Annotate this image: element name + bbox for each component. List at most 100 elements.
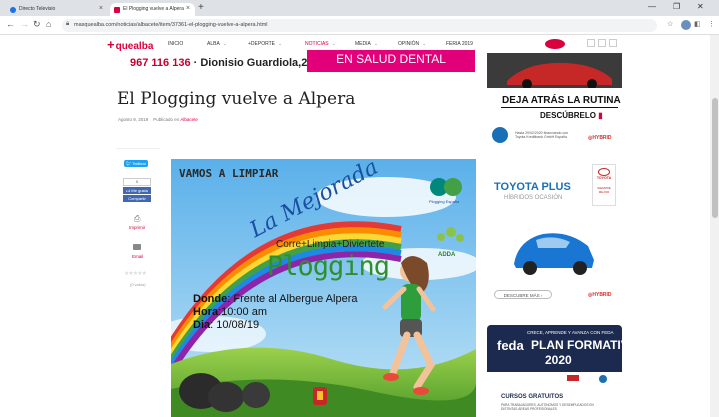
article-image-poster: VAMOS A LIMPIAR La Mejorada Plogging Esp…: [171, 159, 476, 417]
tab-favicon-icon: [114, 7, 120, 13]
day-label: Dia: [193, 319, 211, 331]
feda-plan: PLAN FORMATIVO: [531, 338, 622, 352]
feda-logo: feda: [497, 338, 524, 353]
car-ad-top[interactable]: [487, 53, 622, 88]
print-icon[interactable]: ⎙: [134, 214, 140, 224]
forward-arrow-icon[interactable]: →: [20, 19, 29, 29]
page-scrollbar[interactable]: [710, 35, 719, 417]
new-tab-icon[interactable]: +: [198, 2, 204, 13]
nav-label: NOTICIAS: [305, 41, 329, 47]
where-value: : Frente al Albergue Alpera: [227, 293, 358, 305]
hibridos-ocasion: HÍBRIDOS OCASIÓN: [504, 195, 562, 201]
sidebar-fine-print: Hasta 29/02/2020 financiando con Toyota …: [515, 131, 569, 139]
sidebar-rutina: DEJA ATRÁS LA RUTINA: [502, 95, 621, 106]
site-logo[interactable]: +quealba: [107, 37, 153, 52]
nav-item-feria[interactable]: FERIA 2019: [446, 41, 473, 47]
tweet-label: Twittear: [132, 161, 147, 166]
nav-item-deporte[interactable]: +DEPORTE ⌄: [248, 41, 282, 47]
descubrelo-label: DESCÚBRELO: [540, 111, 597, 120]
hibridos-label: HÍBRIDOS OCASIÓN: [504, 195, 563, 201]
time-value: :10:00 am: [218, 306, 267, 318]
address-bar[interactable]: 🔒︎ masquealba.com/noticias/albacete/item…: [62, 19, 657, 32]
poster-day: Dia: 10/08/19: [193, 319, 357, 332]
blue-car-illustration: [514, 233, 594, 275]
maximize-icon[interactable]: ❐: [673, 2, 680, 11]
tab-close-icon[interactable]: ×: [186, 5, 190, 12]
hybrid-badge: ◎HYBRID: [588, 135, 612, 141]
reload-icon[interactable]: ↻: [33, 19, 41, 30]
pink-ad-text: EN SALUD DENTAL: [336, 52, 446, 66]
email-icon[interactable]: [133, 244, 141, 250]
menu-dots-icon[interactable]: ⋮: [708, 20, 715, 28]
votes-count: (0 votos): [130, 282, 146, 287]
like-label: Me gusta: [131, 188, 148, 193]
hybrid-label: HYBRID: [592, 135, 612, 141]
browser-toolbar: ← → ↻ ⌂ 🔒︎ masquealba.com/noticias/albac…: [0, 16, 719, 35]
red-car-illustration: [487, 53, 622, 88]
minimize-icon[interactable]: —: [648, 2, 656, 11]
poster-logo-adda: ADDA: [438, 252, 456, 258]
gov-logo-icon: [567, 375, 579, 381]
twitter-icon[interactable]: [587, 39, 595, 47]
nav-label: +DEPORTE: [248, 41, 275, 47]
share-button[interactable]: Compartir: [123, 195, 151, 202]
feda-logo-icon: [599, 375, 607, 383]
poster-details: Donde: Frente al Albergue Alpera Hora:10…: [193, 293, 357, 332]
scrollbar-thumb[interactable]: [712, 98, 718, 218]
nav-item-inicio[interactable]: INICIO: [168, 41, 183, 47]
tab-close-icon[interactable]: ×: [99, 5, 103, 12]
back-arrow-icon[interactable]: ←: [6, 19, 15, 29]
article-meta: Agosto 9, 2019 Publicado en Albacete: [118, 117, 198, 122]
top-banner-ad[interactable]: EN SALUD DENTAL: [307, 50, 475, 72]
close-window-icon[interactable]: ✕: [697, 2, 704, 11]
nav-item-noticias[interactable]: NOTICIAS ⌄: [305, 41, 336, 47]
toyota-logo-icon: [598, 168, 610, 176]
web-page: +quealba INICIO ALBA ⌄ +DEPORTE ⌄ NOTICIAS…: [0, 35, 710, 417]
day-value: : 10/08/19: [210, 319, 260, 331]
feda-ad[interactable]: CRECE, APRENDE Y AVANZA CON FEDA feda PL…: [487, 325, 622, 417]
print-link[interactable]: Imprimir: [129, 225, 145, 230]
browser-tab-active[interactable]: El Plogging vuelve a Alpera ×: [110, 3, 195, 16]
profile-avatar[interactable]: [681, 20, 691, 30]
nav-item-alba[interactable]: ALBA ⌄: [207, 41, 227, 47]
email-link[interactable]: Email: [132, 254, 143, 259]
like-count: 0: [123, 178, 151, 186]
lock-icon: 🔒︎: [66, 21, 70, 27]
logo-text: quealba: [115, 41, 154, 52]
toyota-label: TOYOTA: [596, 176, 612, 180]
tab-favicon-icon: [10, 7, 16, 13]
toyota-plus-title: TOYOTA PLUS: [494, 181, 571, 193]
tweet-button[interactable]: 🐦︎ Twittear: [124, 160, 148, 167]
poster-time: Hora:10:00 am: [193, 306, 357, 319]
feda-small-text: CRECE, APRENDE Y AVANZA CON FEDA: [527, 330, 614, 335]
time-label: Hora: [193, 306, 219, 318]
nav-label: OPINIÓN: [398, 41, 420, 47]
category-link[interactable]: Albacete: [180, 117, 198, 122]
poster-where: Donde: Frente al Albergue Alpera: [193, 293, 357, 306]
hybrid-label: HYBRID: [592, 292, 612, 298]
nav-item-opinion[interactable]: OPINIÓN ⌄: [398, 41, 426, 47]
star-icon[interactable]: ☆: [667, 20, 673, 28]
toyota-plus-label: TOYOTA PLUS: [494, 181, 571, 193]
divider: [501, 107, 618, 108]
browser-tab[interactable]: Directo Televisio ×: [6, 3, 108, 16]
home-icon[interactable]: ⌂: [46, 19, 51, 29]
url-text: masquealba.com/noticias/albacete/item/37…: [74, 22, 268, 28]
tab-title: Directo Televisio: [19, 6, 56, 12]
rating-stars[interactable]: ★★★★★: [124, 270, 147, 277]
sidebar-descubrelo[interactable]: DESCÚBRELO ▮: [540, 111, 603, 120]
ad-logo-icon[interactable]: [545, 39, 565, 49]
feda-year: 2020: [545, 353, 572, 367]
nav-item-media[interactable]: MEDIA ⌄: [355, 41, 378, 47]
facebook-icon[interactable]: [609, 39, 617, 47]
instagram-icon[interactable]: [598, 39, 606, 47]
ad-phone-address: · Dionisio Guardiola,2: [193, 57, 308, 69]
feda-cursos: CURSOS GRATUITOS: [501, 394, 564, 400]
extension-icon[interactable]: ◧: [694, 20, 701, 28]
descubre-mas-button[interactable]: DESCUBRE MÁS ›: [494, 290, 552, 299]
tab-title: El Plogging vuelve a Alpera: [123, 6, 184, 12]
ad-phone-text[interactable]: 967 116 136 · Dionisio Guardiola,2: [130, 57, 307, 69]
poster-logo-plogging: Plogging España: [429, 199, 460, 204]
toyota-car-image[interactable]: [508, 220, 598, 275]
like-button[interactable]: 👍︎ Me gusta: [123, 187, 151, 194]
